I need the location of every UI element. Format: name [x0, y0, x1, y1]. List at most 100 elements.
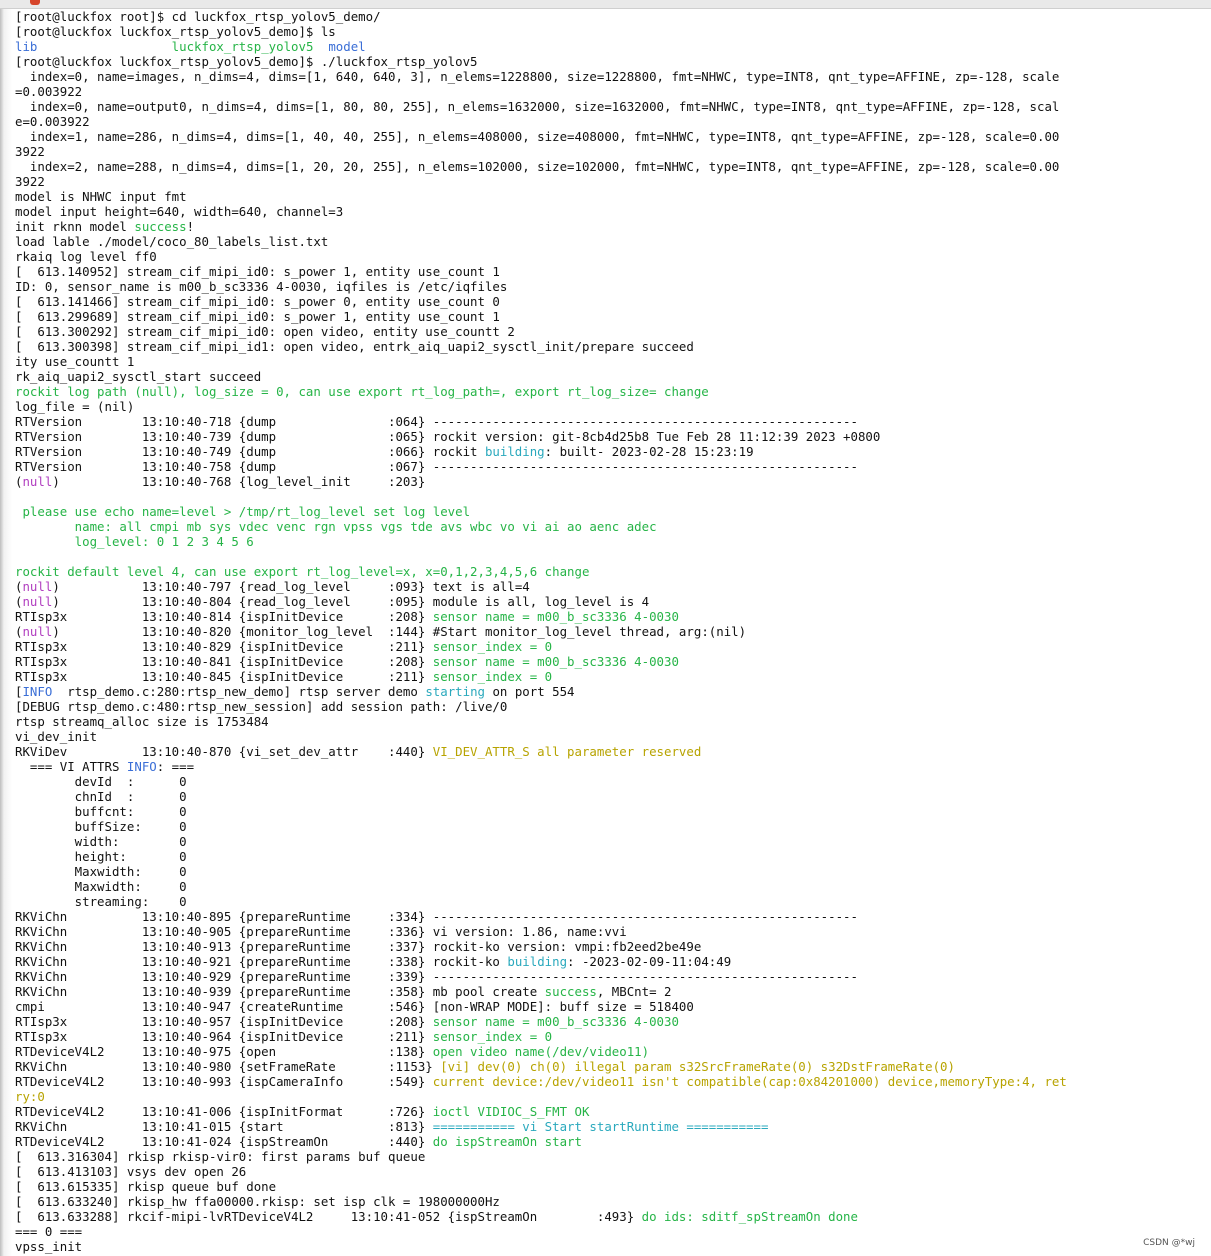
terminal-text-segment: : === — [156, 759, 195, 774]
terminal-text-segment: RTDeviceV4L2 13:10:41-006 {ispInitFormat… — [15, 1104, 433, 1119]
terminal-output[interactable]: [root@luckfox root]$ cd luckfox_rtsp_yol… — [0, 9, 1211, 1256]
terminal-line: === 0 === — [15, 1224, 1067, 1239]
terminal-text-segment: ID: 0, sensor_name is m00_b_sc3336 4-003… — [15, 279, 508, 294]
terminal-text-segment: starting — [425, 684, 485, 699]
terminal-text-segment: RTVersion 13:10:40-758 {dump :067} -----… — [15, 459, 858, 474]
terminal-text-segment: [ 613.141466] stream_cif_mipi_id0: s_pow… — [15, 294, 500, 309]
terminal-line: model is NHWC input fmt — [15, 189, 1067, 204]
terminal-text-segment: [ 613.633288] rkcif-mipi-lvRTDeviceV4L2 … — [15, 1209, 642, 1224]
terminal-text-segment: RKViChn 13:10:40-921 {prepareRuntime :33… — [15, 954, 508, 969]
terminal-line: lib luckfox_rtsp_yolov5 model — [15, 39, 1067, 54]
terminal-line: init rknn model success! — [15, 219, 1067, 234]
terminal-text-segment: RKViChn 13:10:40-939 {prepareRuntime :35… — [15, 984, 545, 999]
terminal-line: [ 613.141466] stream_cif_mipi_id0: s_pow… — [15, 294, 1067, 309]
terminal-text-segment: log_level: 0 1 2 3 4 5 6 — [15, 534, 254, 549]
terminal-line: e=0.003922 — [15, 114, 1067, 129]
terminal-text-segment: sensor name = m00_b_sc3336 4-0030 — [432, 1014, 679, 1029]
terminal-line: RKViChn 13:10:40-921 {prepareRuntime :33… — [15, 954, 1067, 969]
terminal-line: vi_dev_init — [15, 729, 1067, 744]
terminal-line: buffcnt: 0 — [15, 804, 1067, 819]
terminal-line: Maxwidth: 0 — [15, 864, 1067, 879]
terminal-line: RTDeviceV4L2 13:10:41-006 {ispInitFormat… — [15, 1104, 1067, 1119]
watermark: CSDN @*wj — [1143, 1238, 1195, 1248]
terminal-line: please use echo name=level > /tmp/rt_log… — [15, 504, 1067, 519]
terminal-text-segment: streaming: 0 — [15, 894, 187, 909]
terminal-line: (null) 13:10:40-820 {monitor_log_level :… — [15, 624, 1067, 639]
terminal-text-segment: RTIsp3x 13:10:40-957 {ispInitDevice :208… — [15, 1014, 433, 1029]
terminal-text-segment: ity use_countt 1 — [15, 354, 135, 369]
terminal-text-segment: [ 613.300398] stream_cif_mipi_id1: open … — [15, 339, 694, 354]
terminal-text-segment: null — [22, 624, 53, 639]
terminal-line: RKViChn 13:10:40-913 {prepareRuntime :33… — [15, 939, 1067, 954]
terminal-line: height: 0 — [15, 849, 1067, 864]
terminal-line: rkaiq log level ff0 — [15, 249, 1067, 264]
terminal-text-segment: Maxwidth: 0 — [15, 864, 187, 879]
terminal-text-segment: buffSize: 0 — [15, 819, 187, 834]
terminal-line: RTIsp3x 13:10:40-814 {ispInitDevice :208… — [15, 609, 1067, 624]
terminal-text-segment: RTVersion 13:10:40-739 {dump :065} rocki… — [15, 429, 881, 444]
terminal-line: [INFO rtsp_demo.c:280:rtsp_new_demo] rts… — [15, 684, 1067, 699]
terminal-line: [root@luckfox luckfox_rtsp_yolov5_demo]$… — [15, 54, 1067, 69]
terminal-text-segment: RKViChn 13:10:40-980 {setFrameRate :1153… — [15, 1059, 441, 1074]
terminal-text-segment: ioctl VIDIOC_S_FMT OK — [432, 1104, 590, 1119]
terminal-text-segment: [ 613.299689] stream_cif_mipi_id0: s_pow… — [15, 309, 500, 324]
terminal-text-segment: vpss_init — [15, 1239, 83, 1254]
terminal-text-segment: buffcnt: 0 — [15, 804, 187, 819]
terminal-line: [DEBUG rtsp_demo.c:480:rtsp_new_session]… — [15, 699, 1067, 714]
terminal-text-segment: RKViChn 13:10:40-913 {prepareRuntime :33… — [15, 939, 702, 954]
terminal-text-segment: , MBCnt= 2 — [596, 984, 672, 999]
terminal-line: [ 613.633288] rkcif-mipi-lvRTDeviceV4L2 … — [15, 1209, 1067, 1224]
window-tab-strip — [0, 0, 1211, 9]
terminal-text-segment: [ 613.140952] stream_cif_mipi_id0: s_pow… — [15, 264, 500, 279]
terminal-line: log_file = (nil) — [15, 399, 1067, 414]
terminal-line: RKViChn 13:10:41-015 {start :813} ======… — [15, 1119, 1067, 1134]
terminal-text-segment: do ispStreamOn start — [432, 1134, 582, 1149]
terminal-line: ry:0 — [15, 1089, 1067, 1104]
terminal-text-segment: =========== vi Start startRuntime ======… — [432, 1119, 769, 1134]
terminal-line: RKViChn 13:10:40-895 {prepareRuntime :33… — [15, 909, 1067, 924]
terminal-line: [root@luckfox luckfox_rtsp_yolov5_demo]$… — [15, 24, 1067, 39]
terminal-text-segment: RKViChn 13:10:40-895 {prepareRuntime :33… — [15, 909, 858, 924]
terminal-line: width: 0 — [15, 834, 1067, 849]
terminal-text-segment: sensor_index = 0 — [432, 1029, 553, 1044]
terminal-text-segment: rockit default level 4, can use export r… — [15, 564, 590, 579]
terminal-text-segment: devId : 0 — [15, 774, 187, 789]
terminal-line: name: all cmpi mb sys vdec venc rgn vpss… — [15, 519, 1067, 534]
terminal-text-segment: 3922 — [15, 144, 45, 159]
terminal-line: index=2, name=288, n_dims=4, dims=[1, 20… — [15, 159, 1067, 174]
terminal-text-segment: [ 613.316304] rkisp rkisp-vir0: first pa… — [15, 1149, 426, 1164]
terminal-line: === VI ATTRS INFO: === — [15, 759, 1067, 774]
terminal-line: streaming: 0 — [15, 894, 1067, 909]
terminal-line: 3922 — [15, 144, 1067, 159]
terminal-text-segment: sensor name = m00_b_sc3336 4-0030 — [432, 609, 679, 624]
terminal-text-segment: : -2023-02-09-11:04:49 — [567, 954, 732, 969]
terminal-text-segment: vi_dev_init — [15, 729, 98, 744]
terminal-text-segment: RTIsp3x 13:10:40-814 {ispInitDevice :208… — [15, 609, 433, 624]
terminal-text-segment: success — [544, 984, 597, 999]
terminal-text-segment: current device:/dev/video11 isn't compat… — [432, 1074, 1067, 1089]
terminal-text-segment: RTVersion 13:10:40-718 {dump :064} -----… — [15, 414, 858, 429]
terminal-text-segment: do ids: sditf_spStreamOn done — [641, 1209, 858, 1224]
terminal-text-segment: lib — [15, 39, 38, 54]
terminal-text-segment: name: all cmpi mb sys vdec venc rgn vpss… — [15, 519, 657, 534]
terminal-line: model input height=640, width=640, chann… — [15, 204, 1067, 219]
terminal-text-segment: index=0, name=output0, n_dims=4, dims=[1… — [15, 99, 1060, 114]
terminal-text-segment: RTIsp3x 13:10:40-829 {ispInitDevice :211… — [15, 639, 433, 654]
terminal-text-segment: sensor_index = 0 — [432, 639, 553, 654]
terminal-line: RTIsp3x 13:10:40-964 {ispInitDevice :211… — [15, 1029, 1067, 1044]
terminal-line: RKViChn 13:10:40-929 {prepareRuntime :33… — [15, 969, 1067, 984]
terminal-line: RTVersion 13:10:40-749 {dump :066} rocki… — [15, 444, 1067, 459]
terminal-text-segment: ry:0 — [15, 1089, 45, 1104]
terminal-text-segment: RKViChn 13:10:40-929 {prepareRuntime :33… — [15, 969, 858, 984]
terminal-text-segment: [ 613.413103] vsys dev open 26 — [15, 1164, 247, 1179]
terminal-line: [ 613.300398] stream_cif_mipi_id1: open … — [15, 339, 1067, 354]
terminal-text-segment: [root@luckfox luckfox_rtsp_yolov5_demo]$… — [15, 24, 336, 39]
terminal-line: load lable ./model/coco_80_labels_list.t… — [15, 234, 1067, 249]
terminal-line: RKViDev 13:10:40-870 {vi_set_dev_attr :4… — [15, 744, 1067, 759]
terminal-text-segment: model is NHWC input fmt — [15, 189, 187, 204]
terminal-line: rockit default level 4, can use export r… — [15, 564, 1067, 579]
terminal-text-segment: null — [22, 474, 53, 489]
